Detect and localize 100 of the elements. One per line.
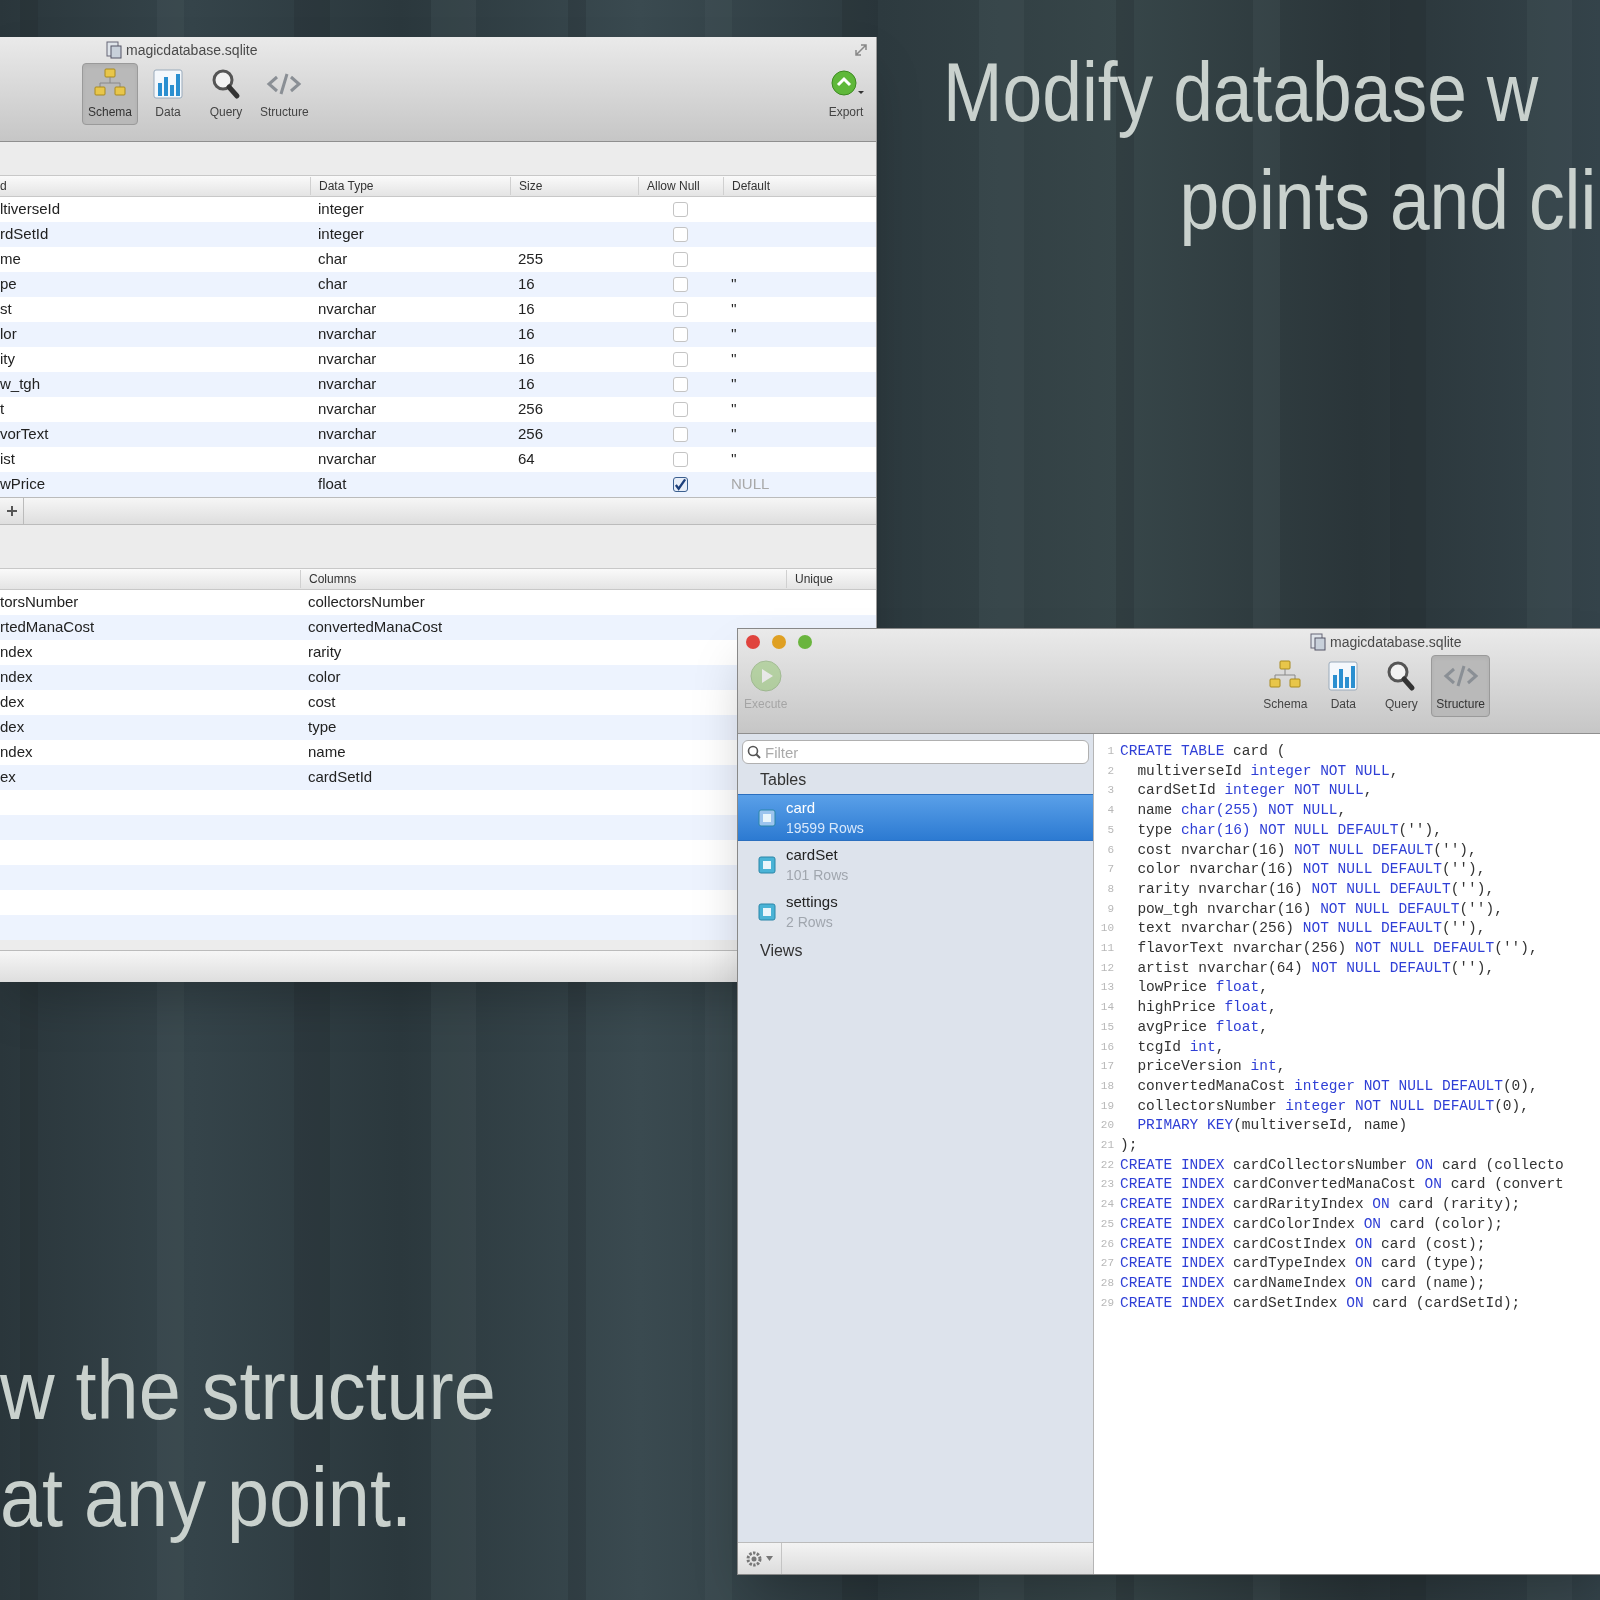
line-number: 2 [1106,763,1115,779]
table-cell: 16 [518,350,535,368]
table-cell-text: nvarchar [318,424,377,445]
window-title: magicdatabase.sqlite [126,40,258,60]
document-icon [106,41,122,59]
table-cell-text: ex [0,767,16,788]
code-line: cost nvarchar(16) NOT NULL DEFAULT(''), [1136,840,1477,860]
table-cell-text: type [308,717,337,738]
caret-icon [766,1556,773,1561]
document-icon [1310,633,1326,651]
line-number: 8 [1106,881,1115,897]
line-number: 22 [1099,1157,1115,1173]
code-line: type char(16) NOT NULL DEFAULT(''), [1136,820,1442,840]
column-header[interactable]: Default [723,177,876,195]
table-icon [758,902,776,921]
toolbar-button[interactable]: Schema [1257,655,1314,717]
toolbar-button[interactable]: Structure [1431,655,1491,717]
table-cell-text: lor [0,324,17,345]
line-number: 29 [1099,1295,1115,1311]
toolbar-button[interactable]: Data [1315,655,1372,717]
table-cell-text: me [0,249,21,270]
line-number: 12 [1099,960,1115,976]
toolbar-button[interactable]: Schema [82,63,138,125]
table-name: cardSet [786,844,839,865]
table-cell-text: ltiverseId [0,199,61,220]
table-cell-text: cardSetId [308,767,373,788]
toolbar-button[interactable]: Data [140,63,196,125]
code-line: name char(255) NOT NULL, [1136,801,1347,821]
line-number: 20 [1099,1118,1115,1134]
code-line: text nvarchar(256) NOT NULL DEFAULT(''), [1136,919,1486,939]
close-button[interactable] [746,635,760,649]
table-cell-text: float [318,474,347,495]
table-name: card [786,797,817,818]
checkbox[interactable] [673,477,688,492]
column-header[interactable]: Size [510,177,638,195]
line-number: 4 [1106,803,1115,819]
table-item[interactable]: cardSet 101 Rows [738,841,1093,888]
minimize-button[interactable] [772,635,786,649]
table-cell: 64 [518,450,535,468]
table-cell: '' [731,275,737,293]
table-cell: 16 [518,300,535,318]
table-cell-text: wPrice [0,474,45,495]
code-line: color nvarchar(16) NOT NULL DEFAULT(''), [1136,860,1486,880]
code-line: CREATE INDEX cardColorIndex ON card (color); [1120,1214,1503,1234]
toolbar-button[interactable]: Query [1373,655,1430,717]
table-cell-text: ndex [0,742,33,763]
code-line: collectorsNumber integer NOT NULL DEFAULT(0), [1136,1096,1529,1116]
toolbar-button[interactable]: Structure [256,63,313,125]
table-cell-text: pe [0,274,17,295]
zoom-button[interactable] [798,635,812,649]
table-cell: '' [731,325,737,343]
column-header[interactable]: Allow Null [638,177,723,195]
column-header[interactable]: Unique [786,570,876,588]
table-cell: 16 [518,375,535,393]
column-header[interactable]: d [0,177,310,195]
table-cell-text: rtedManaCost [0,617,95,638]
code-line: flavorText nvarchar(256) NOT NULL DEFAULT(''), [1136,939,1538,959]
table-cell-text: torsNumber [0,592,79,613]
line-number: 25 [1099,1216,1115,1232]
line-number: 6 [1106,842,1115,858]
filter-field[interactable]: Filter [742,740,1089,764]
table-cell-text: w_tgh [0,374,41,395]
line-number: 10 [1099,921,1115,937]
line-number: 7 [1106,862,1115,878]
line-number: 14 [1099,1000,1115,1016]
line-number: 16 [1099,1039,1115,1055]
table-cell: NULL [731,475,770,493]
code-line: CREATE INDEX cardRarityIndex ON card (rarity); [1120,1195,1521,1215]
play-icon [747,659,784,693]
code-line: CREATE INDEX cardSetIndex ON card (cardSetId); [1120,1293,1521,1313]
code-line: tcgId int, [1136,1037,1225,1057]
table-item[interactable]: settings 2 Rows [738,888,1093,935]
line-number: 27 [1099,1256,1115,1272]
table-cell-text: st [0,299,12,320]
line-number: 23 [1099,1177,1115,1193]
line-number: 26 [1099,1236,1115,1252]
line-number: 3 [1106,783,1115,799]
table-cell-text: ndex [0,642,33,663]
toolbar-button[interactable]: Query [198,63,254,125]
table-cell-text: nvarchar [318,349,377,370]
code-line: CREATE INDEX cardNameIndex ON card (name); [1120,1274,1486,1293]
table-cell: '' [731,375,737,393]
code-line: CREATE INDEX cardCollectorsNumber ON card (collecto [1120,1155,1564,1175]
line-number: 17 [1099,1059,1115,1075]
code-line: highPrice float, [1136,998,1277,1018]
table-cell-text: char [318,274,348,295]
column-header[interactable]: Columns [300,570,786,588]
line-number: 24 [1099,1197,1115,1213]
export-button[interactable]: Export [828,63,864,125]
table-cell: '' [731,450,737,468]
column-header[interactable]: Data Type [310,177,510,195]
table-cell: 16 [518,325,535,343]
window-title: magicdatabase.sqlite [1330,632,1462,652]
code-line: CREATE INDEX cardConvertedManaCost ON card (convert [1120,1175,1564,1195]
code-line: convertedManaCost integer NOT NULL DEFAULT(0), [1136,1076,1538,1096]
table-name: settings [786,891,838,912]
code-line: ); [1120,1136,1138,1156]
table-cell: '' [731,350,737,368]
line-number: 9 [1106,901,1115,917]
row-count: 101 Rows [786,865,849,885]
